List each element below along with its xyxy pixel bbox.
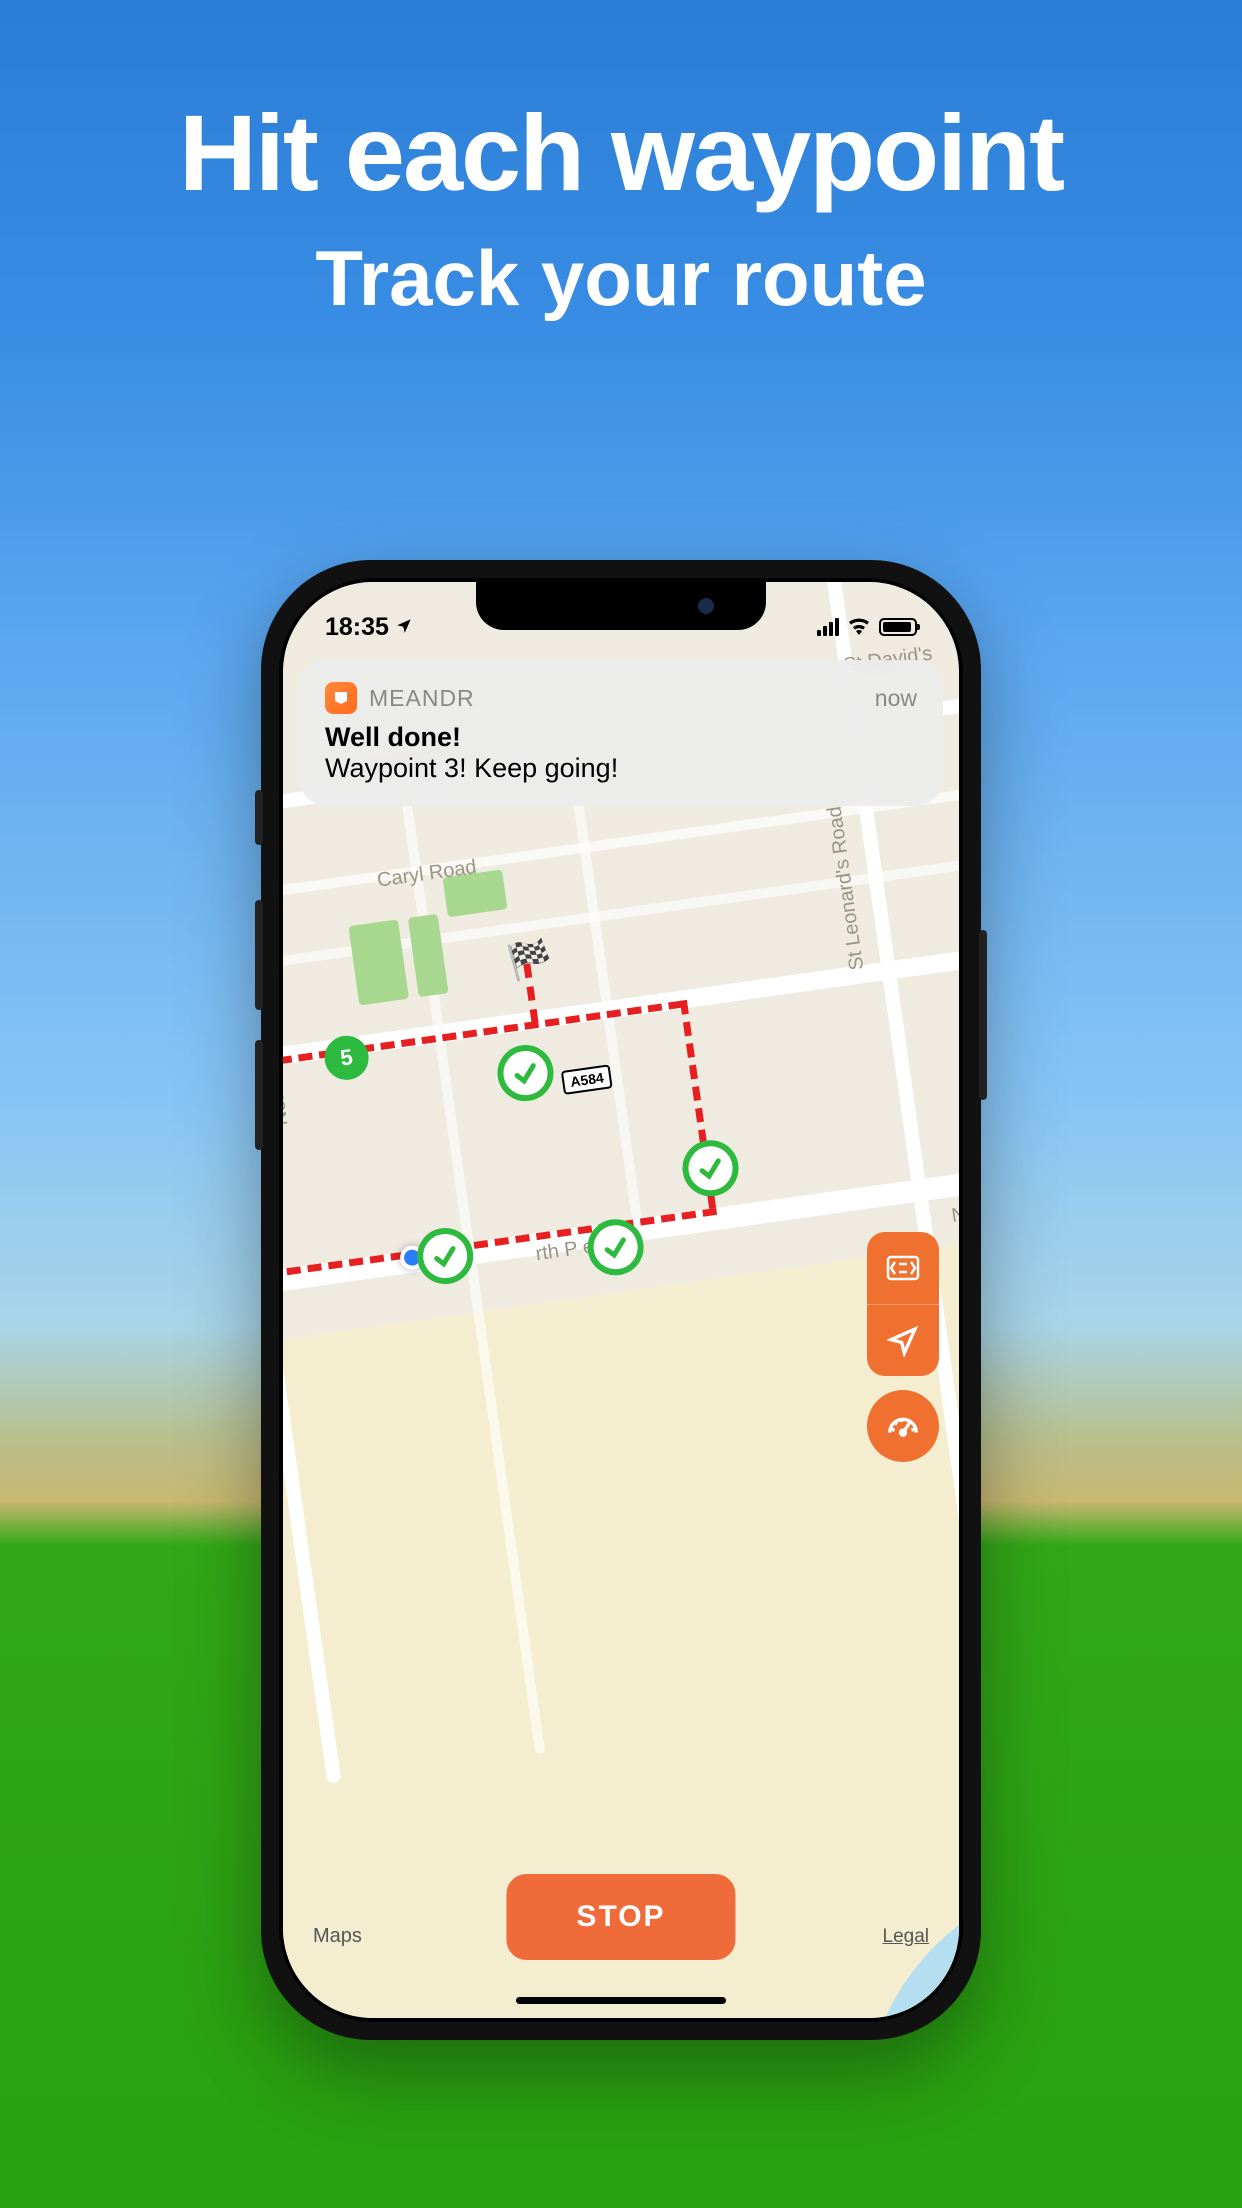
phone-power-button bbox=[979, 930, 987, 1100]
phone-notch bbox=[476, 582, 766, 630]
map-controls bbox=[867, 1232, 939, 1462]
home-indicator[interactable] bbox=[516, 1997, 726, 2004]
stop-button[interactable]: STOP bbox=[506, 1874, 735, 1960]
notification-title: Well done! bbox=[325, 722, 917, 753]
waypoint-done[interactable] bbox=[494, 1041, 557, 1104]
wifi-icon bbox=[847, 613, 871, 642]
map-park-area bbox=[408, 914, 449, 997]
notification-banner[interactable]: MEANDR now Well done! Waypoint 3! Keep g… bbox=[299, 660, 943, 806]
notification-timestamp: now bbox=[875, 685, 917, 712]
street-label: North bbox=[950, 1198, 959, 1228]
cell-signal-icon bbox=[817, 618, 839, 636]
waypoint-done[interactable] bbox=[679, 1137, 742, 1200]
speedometer-button[interactable] bbox=[867, 1390, 939, 1462]
battery-icon bbox=[879, 618, 917, 636]
map-attribution: Maps bbox=[313, 1925, 362, 1948]
marketing-copy: Hit each waypoint Track your route bbox=[0, 90, 1242, 324]
notification-body: Waypoint 3! Keep going! bbox=[325, 753, 917, 784]
phone-screen: Lime Grove Caryl Road Norwood Road St Le… bbox=[283, 582, 959, 2018]
recenter-button[interactable] bbox=[867, 1304, 939, 1376]
finish-flag-icon: 🏁 bbox=[505, 936, 555, 984]
phone-volume-up bbox=[255, 900, 263, 1010]
legal-link[interactable]: Legal bbox=[883, 1926, 930, 1948]
marketing-subtitle: Track your route bbox=[0, 233, 1242, 324]
map-style-button[interactable] bbox=[867, 1232, 939, 1304]
phone-mute-switch bbox=[255, 790, 263, 845]
phone-device-frame: Lime Grove Caryl Road Norwood Road St Le… bbox=[261, 560, 981, 2040]
status-time: 18:35 bbox=[325, 613, 389, 642]
map-park-area bbox=[348, 919, 409, 1005]
marketing-title: Hit each waypoint bbox=[0, 90, 1242, 215]
road-shield: A584 bbox=[561, 1064, 613, 1095]
notification-app-name: MEANDR bbox=[369, 685, 475, 712]
phone-volume-down bbox=[255, 1040, 263, 1150]
app-icon bbox=[325, 682, 357, 714]
location-icon bbox=[395, 613, 413, 642]
